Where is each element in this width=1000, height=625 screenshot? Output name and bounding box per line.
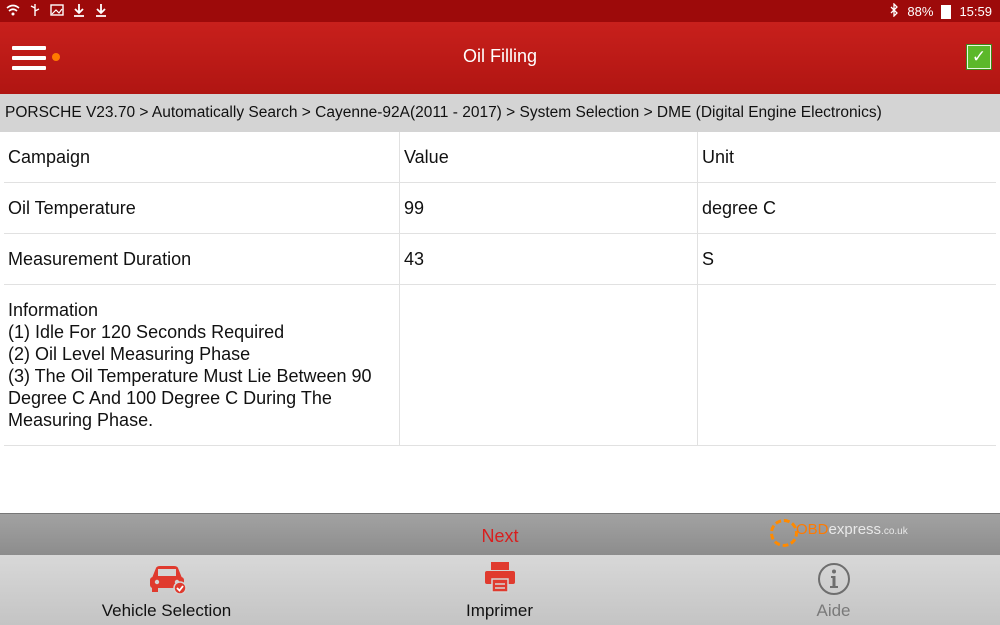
wifi-icon xyxy=(6,3,20,21)
image-icon xyxy=(50,3,64,21)
column-header-campaign: Campaign xyxy=(4,132,400,182)
car-icon xyxy=(0,561,333,597)
checkbox-icon[interactable]: ✓ xyxy=(967,45,991,69)
help-label: Aide xyxy=(816,601,851,620)
unit-cell xyxy=(698,285,996,445)
watermark-circle-icon xyxy=(770,519,798,547)
campaign-cell: Measurement Duration xyxy=(4,234,400,284)
watermark-logo: OBDexpress.co.uk xyxy=(770,516,920,552)
battery-percent: 88% xyxy=(907,4,934,19)
value-cell: 43 xyxy=(400,234,698,284)
data-table: Campaign Value Unit Oil Temperature 99 d… xyxy=(4,132,996,446)
value-cell: 99 xyxy=(400,183,698,233)
watermark-tld: .co.uk xyxy=(881,526,908,537)
column-header-value: Value xyxy=(400,132,698,182)
print-label: Imprimer xyxy=(465,601,534,620)
download-icon xyxy=(72,3,86,21)
column-header-unit: Unit xyxy=(702,147,735,167)
watermark-express: express xyxy=(828,521,882,538)
status-bar: 88% 15:59 xyxy=(0,0,1000,22)
vehicle-selection-label: Vehicle Selection xyxy=(101,601,232,620)
info-icon xyxy=(667,561,1000,597)
status-icons xyxy=(6,3,108,21)
information-row: Information (1) Idle For 120 Seconds Req… xyxy=(4,285,996,446)
clock: 15:59 xyxy=(959,4,992,19)
unit-cell: degree C xyxy=(702,198,777,218)
campaign-cell: Oil Temperature xyxy=(4,183,400,233)
bluetooth-icon xyxy=(889,2,899,20)
table-row: Oil Temperature 99 degree C xyxy=(4,183,996,234)
unit-cell: S xyxy=(702,249,715,269)
help-button[interactable]: Aide xyxy=(667,555,1000,625)
bottom-nav: Vehicle Selection Imprimer Aide xyxy=(0,555,1000,625)
print-button[interactable]: Imprimer xyxy=(333,555,666,625)
information-text: Information (1) Idle For 120 Seconds Req… xyxy=(4,285,400,445)
breadcrumb: PORSCHE V23.70 > Automatically Search > … xyxy=(0,94,1000,132)
next-bar: Next OBDexpress.co.uk xyxy=(0,513,1000,556)
printer-icon xyxy=(333,561,666,597)
status-right: 88% 15:59 xyxy=(889,2,992,20)
table-row: Measurement Duration 43 S xyxy=(4,234,996,285)
vehicle-selection-button[interactable]: Vehicle Selection xyxy=(0,555,333,625)
battery-icon xyxy=(941,4,952,19)
watermark-brand: OBD xyxy=(796,521,829,538)
page-title: Oil Filling xyxy=(462,46,537,66)
value-cell xyxy=(400,285,698,445)
table-header-row: Campaign Value Unit xyxy=(4,132,996,183)
download-icon xyxy=(94,3,108,21)
usb-icon xyxy=(28,3,42,21)
app-header: Oil Filling ✓ xyxy=(0,22,1000,94)
